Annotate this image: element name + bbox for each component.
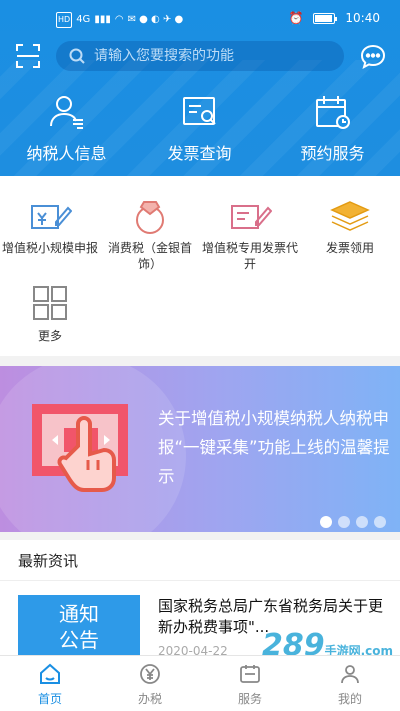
- nav-taxpayer-info[interactable]: 纳税人信息: [0, 92, 133, 164]
- search-bar[interactable]: [56, 41, 344, 71]
- service-vat-small-scale[interactable]: 增值税小规模申报: [0, 196, 100, 256]
- taxpayer-info-icon: [49, 96, 83, 129]
- service-label: 消费税（金银首饰）: [107, 241, 192, 271]
- battery-icon: [313, 12, 338, 24]
- tab-tax[interactable]: 办税: [100, 656, 200, 711]
- tab-service[interactable]: 服务: [200, 656, 300, 711]
- promo-banner[interactable]: 关于增值税小规模纳税人纳税申报“一键采集”功能上线的温馨提示: [0, 366, 400, 532]
- tab-profile[interactable]: 我的: [300, 656, 400, 711]
- service-invoice-collect[interactable]: 发票领用: [300, 196, 400, 256]
- banner-text: 关于增值税小规模纳税人纳税申报“一键采集”功能上线的温馨提示: [158, 409, 390, 486]
- home-icon: [40, 663, 60, 684]
- nav-label: 纳税人信息: [26, 144, 107, 163]
- scan-icon[interactable]: [14, 42, 42, 70]
- nav-label: 预约服务: [300, 144, 365, 163]
- vat-special-invoice-icon: [231, 205, 272, 229]
- bottom-tab-bar: 首页 办税 服务 我的: [0, 655, 400, 711]
- top-nav: 纳税人信息 发票查询 预约服务: [0, 92, 400, 164]
- nav-label: 发票查询: [167, 144, 232, 163]
- hd-badge: HD: [56, 12, 73, 28]
- service-icon: [240, 665, 260, 683]
- tab-label: 办税: [137, 692, 162, 706]
- alarm-icon: ⏰: [288, 11, 304, 25]
- tab-label: 首页: [37, 692, 62, 706]
- profile-icon: [341, 665, 359, 684]
- appointment-icon: [315, 96, 350, 129]
- network-label: 4G: [76, 14, 91, 25]
- message-icon[interactable]: [358, 42, 388, 72]
- tab-label: 我的: [337, 692, 362, 706]
- status-icons-right: ⏰ 10:40: [288, 11, 380, 25]
- invoice-collect-icon: [330, 201, 370, 231]
- service-vat-special-invoice[interactable]: 增值税专用发票代开: [200, 196, 300, 272]
- service-label: 增值税小规模申报: [1, 241, 98, 255]
- more-grid-icon: [33, 286, 67, 320]
- service-consumption-tax[interactable]: 消费税（金银首饰）: [100, 196, 200, 272]
- status-bar: HD 4G ▮▮▮ ◠ ✉ ● ◐ ✈ ● ⏰ 10:40: [0, 0, 400, 38]
- app-header: HD 4G ▮▮▮ ◠ ✉ ● ◐ ✈ ● ⏰ 10:40 纳税人信息: [0, 0, 400, 176]
- status-icons-left: HD 4G ▮▮▮ ◠ ✉ ● ◐ ✈ ●: [56, 12, 183, 28]
- carousel-dot[interactable]: [338, 516, 350, 528]
- vat-small-scale-icon: [31, 205, 72, 229]
- news-section-title: 最新资讯: [18, 552, 79, 570]
- thumb-label: 公告: [59, 628, 99, 652]
- service-label: 增值税专用发票代开: [201, 241, 298, 271]
- invoice-query-icon: [182, 97, 216, 125]
- signal-icon: ▮▮▮: [94, 14, 111, 25]
- carousel-dot[interactable]: [320, 516, 332, 528]
- tab-home[interactable]: 首页: [0, 656, 100, 711]
- carousel-dots: [320, 516, 386, 528]
- nav-appointment[interactable]: 预约服务: [266, 92, 399, 164]
- clock-time: 10:40: [345, 11, 380, 25]
- wifi-icon: ◠: [114, 14, 124, 25]
- tax-yen-icon: [140, 664, 160, 684]
- service-more[interactable]: 更多: [0, 284, 100, 344]
- carousel-dot[interactable]: [374, 516, 386, 528]
- search-input[interactable]: [94, 48, 334, 64]
- service-label: 发票领用: [325, 241, 374, 255]
- carousel-dot[interactable]: [356, 516, 368, 528]
- news-thumbnail[interactable]: 通知 公告: [18, 595, 140, 655]
- notification-icons: ✉ ● ◐ ✈ ●: [127, 14, 184, 25]
- divider: [0, 580, 400, 581]
- search-icon: [69, 48, 85, 64]
- service-grid: 增值税小规模申报 消费税（金银首饰） 增值税专用发票代开 发票领用 更多: [0, 176, 400, 356]
- touch-screen-icon: [32, 404, 128, 492]
- nav-invoice-query[interactable]: 发票查询: [133, 92, 266, 164]
- consumption-tax-icon: [136, 201, 164, 234]
- thumb-label: 通知: [59, 602, 99, 626]
- service-label: 更多: [37, 329, 62, 343]
- tab-label: 服务: [237, 692, 262, 706]
